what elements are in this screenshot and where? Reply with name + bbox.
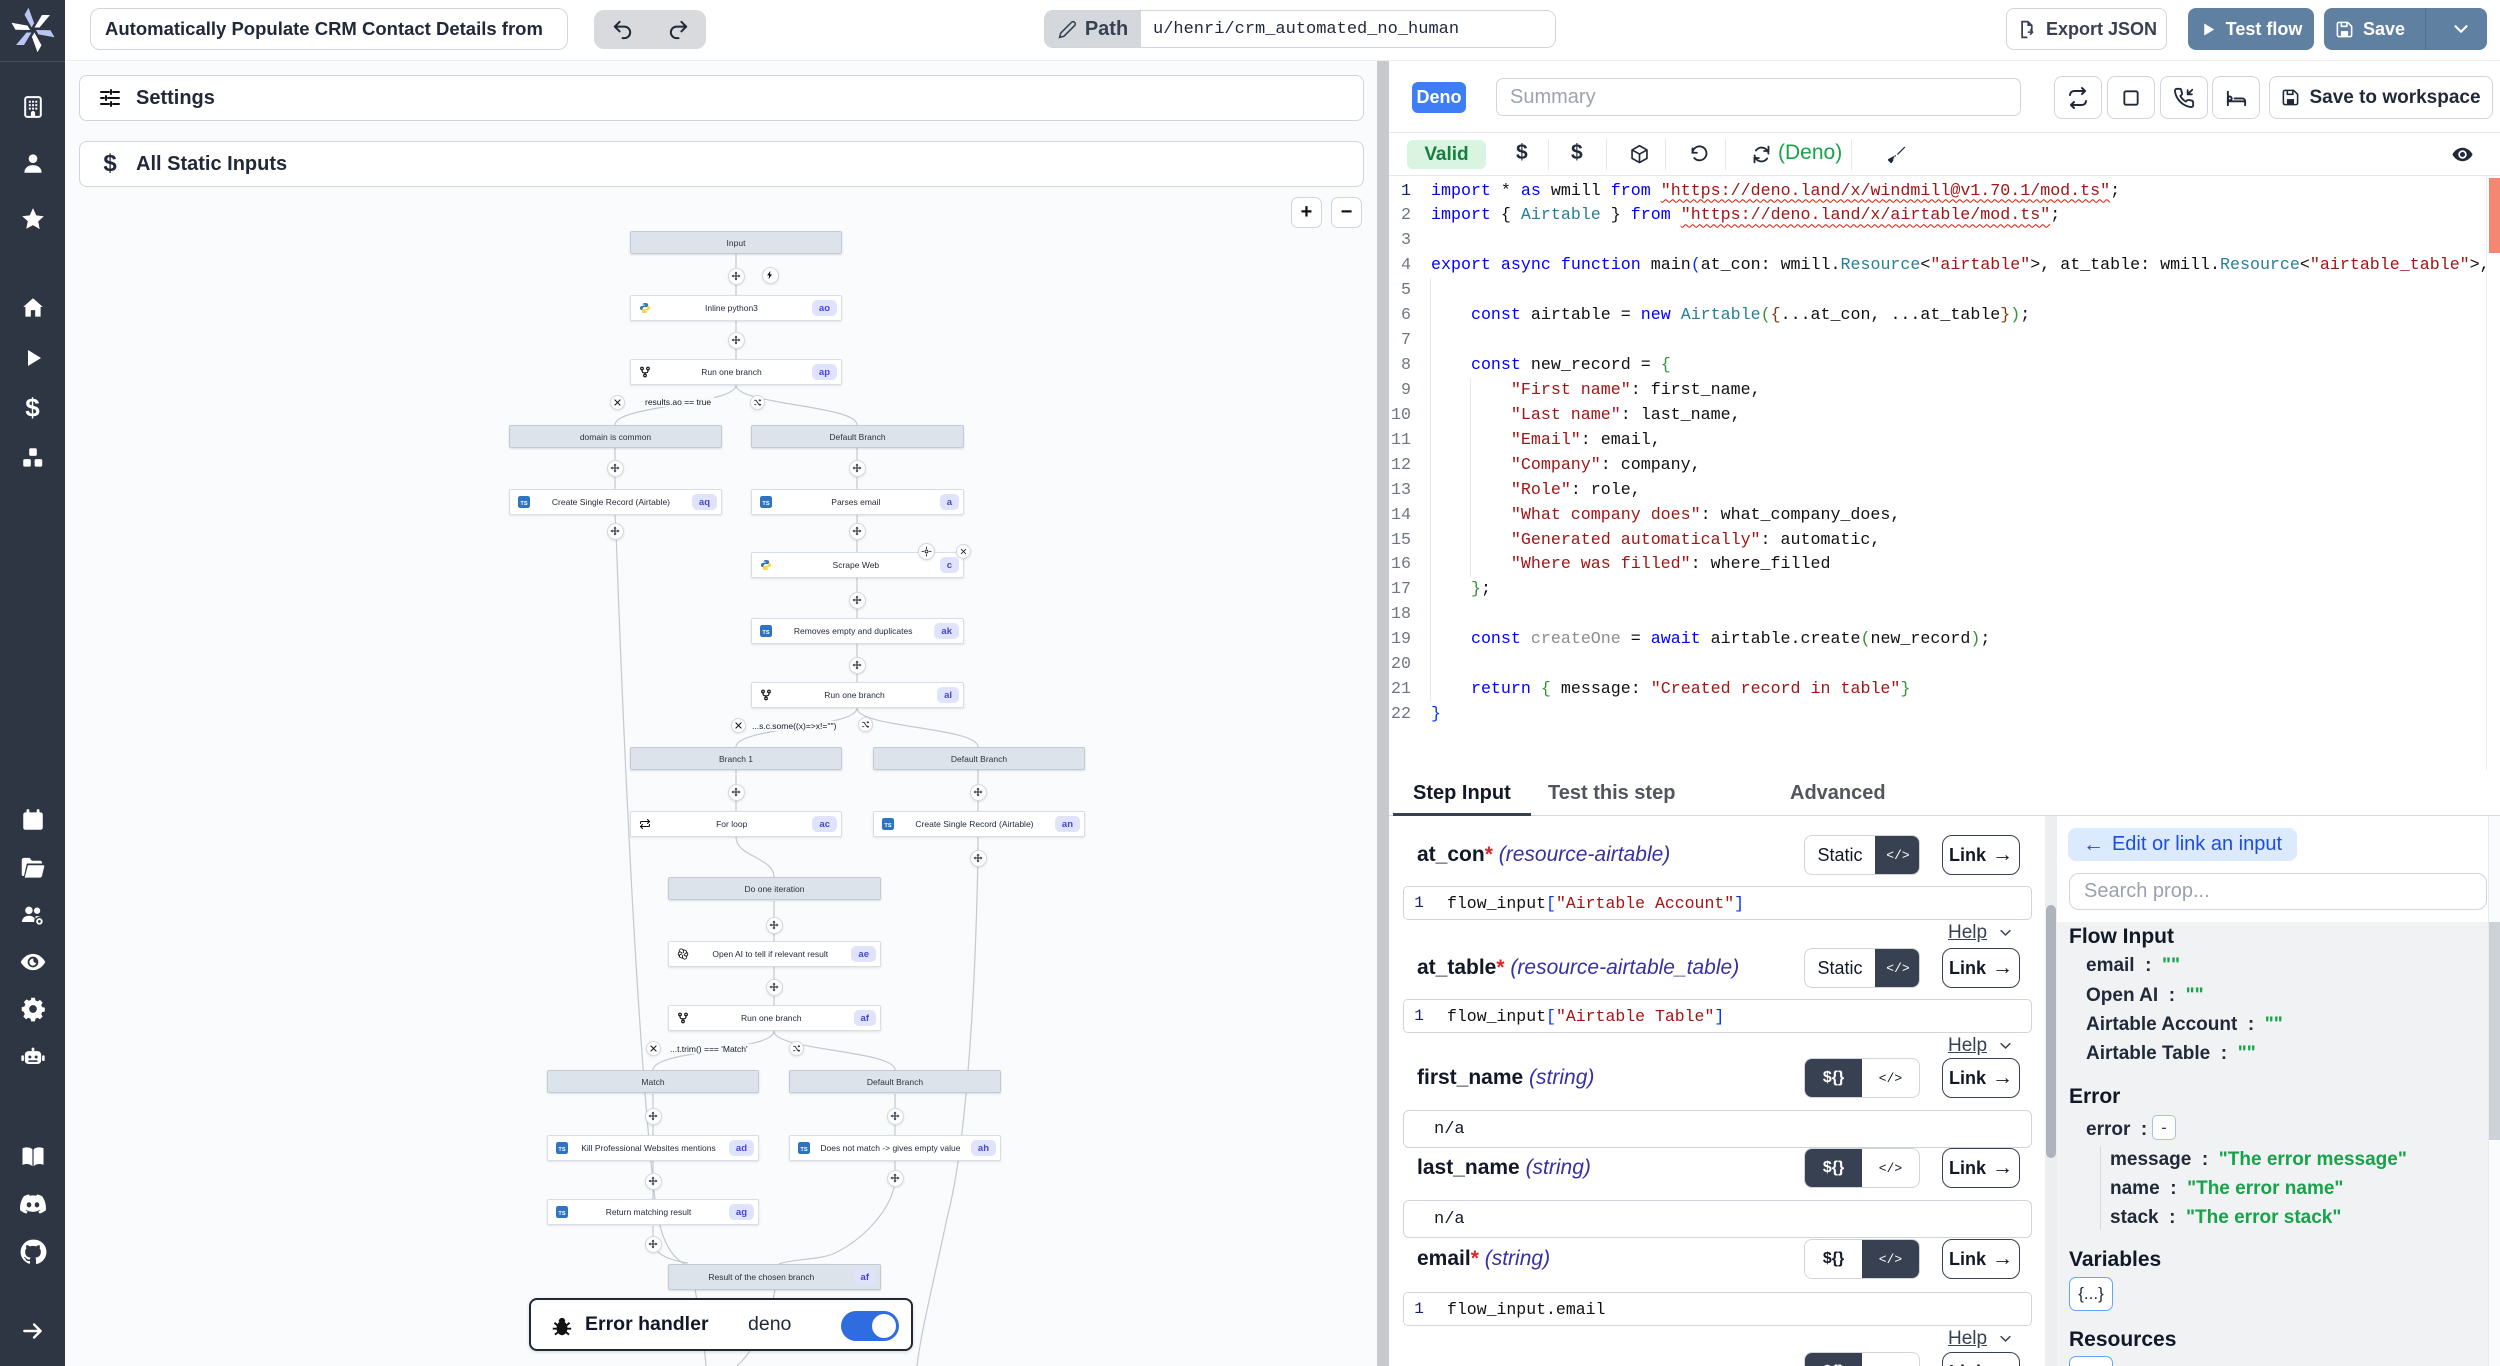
svg-text:TS: TS (558, 1147, 565, 1153)
svg-text:TS: TS (558, 1211, 565, 1217)
svg-text:TS: TS (762, 630, 769, 636)
svg-text:TS: TS (800, 1147, 807, 1153)
svg-text:TS: TS (762, 501, 769, 507)
svg-text:TS: TS (520, 501, 527, 507)
svg-text:TS: TS (884, 823, 891, 829)
